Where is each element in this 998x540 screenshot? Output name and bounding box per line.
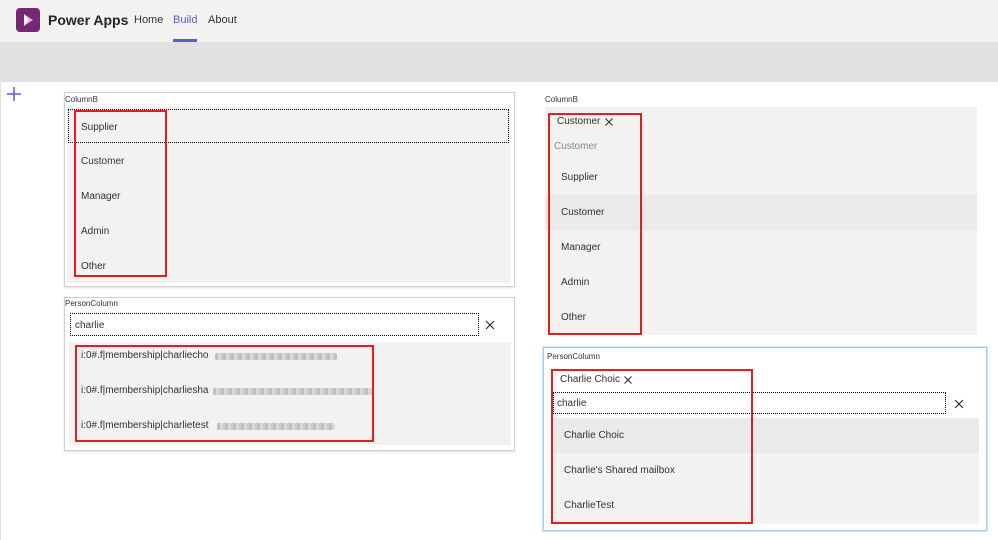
person-search-input[interactable] — [553, 392, 946, 414]
personcolumn-label: PersonColumn — [547, 352, 600, 361]
left-rail-divider — [0, 82, 1, 540]
person-search-value: charlie — [75, 320, 105, 331]
chip-remove-icon[interactable] — [605, 118, 613, 126]
person-search-value: charlie — [557, 398, 587, 409]
columnb-label: ColumnB — [545, 95, 578, 104]
option-supplier[interactable]: Supplier — [561, 172, 598, 183]
redacted-text — [217, 423, 335, 430]
option-manager[interactable]: Manager — [561, 242, 600, 253]
close-icon[interactable] — [954, 399, 964, 409]
person-result-item[interactable]: i:0#.f|membership|charliesha — [81, 385, 208, 396]
person-result-item[interactable]: CharlieTest — [564, 500, 614, 511]
app-title: Power Apps — [48, 12, 129, 28]
highlighted-option-bg — [545, 195, 977, 230]
option-customer[interactable]: Customer — [81, 156, 124, 167]
nav-tab-about[interactable]: About — [208, 14, 237, 26]
nav-tab-home[interactable]: Home — [134, 14, 163, 26]
personcolumn-card-left: PersonColumn charlie i:0#.f|membership|c… — [64, 297, 515, 451]
option-other[interactable]: Other — [561, 312, 586, 323]
focus-outline — [68, 109, 509, 143]
selected-chip-person: Charlie Choic — [560, 374, 621, 385]
personcolumn-label: PersonColumn — [65, 299, 118, 308]
command-bar — [0, 42, 998, 82]
redacted-text — [213, 388, 373, 395]
person-result-item[interactable]: Charlie Choic — [564, 430, 624, 441]
option-other[interactable]: Other — [81, 261, 106, 272]
app-header: Power Apps Home Build About — [0, 0, 998, 43]
option-admin[interactable]: Admin — [561, 277, 589, 288]
redacted-text — [215, 353, 337, 360]
columnb-label: ColumnB — [65, 95, 98, 104]
option-manager[interactable]: Manager — [81, 191, 120, 202]
columnb-search-input[interactable]: Customer — [554, 141, 597, 152]
columnb-card-left: ColumnB Supplier Customer Manager Admin … — [64, 92, 515, 287]
selected-chip-customer: Customer — [557, 116, 601, 127]
nav-tab-build[interactable]: Build — [173, 14, 197, 26]
chip-remove-icon[interactable] — [624, 376, 632, 384]
person-result-item[interactable]: Charlie's Shared mailbox — [564, 465, 675, 476]
person-result-item[interactable]: i:0#.f|membership|charliecho — [81, 350, 208, 361]
person-search-input[interactable] — [70, 313, 479, 336]
option-admin[interactable]: Admin — [81, 226, 109, 237]
personcolumn-card-right: PersonColumn Charlie Choic charlie Charl… — [543, 347, 987, 531]
option-supplier[interactable]: Supplier — [81, 122, 118, 133]
power-apps-logo-icon — [16, 8, 40, 32]
plus-icon[interactable] — [6, 86, 22, 102]
close-icon[interactable] — [485, 320, 495, 330]
option-customer[interactable]: Customer — [561, 207, 604, 218]
person-result-item[interactable]: i:0#.f|membership|charlietest — [81, 420, 208, 431]
